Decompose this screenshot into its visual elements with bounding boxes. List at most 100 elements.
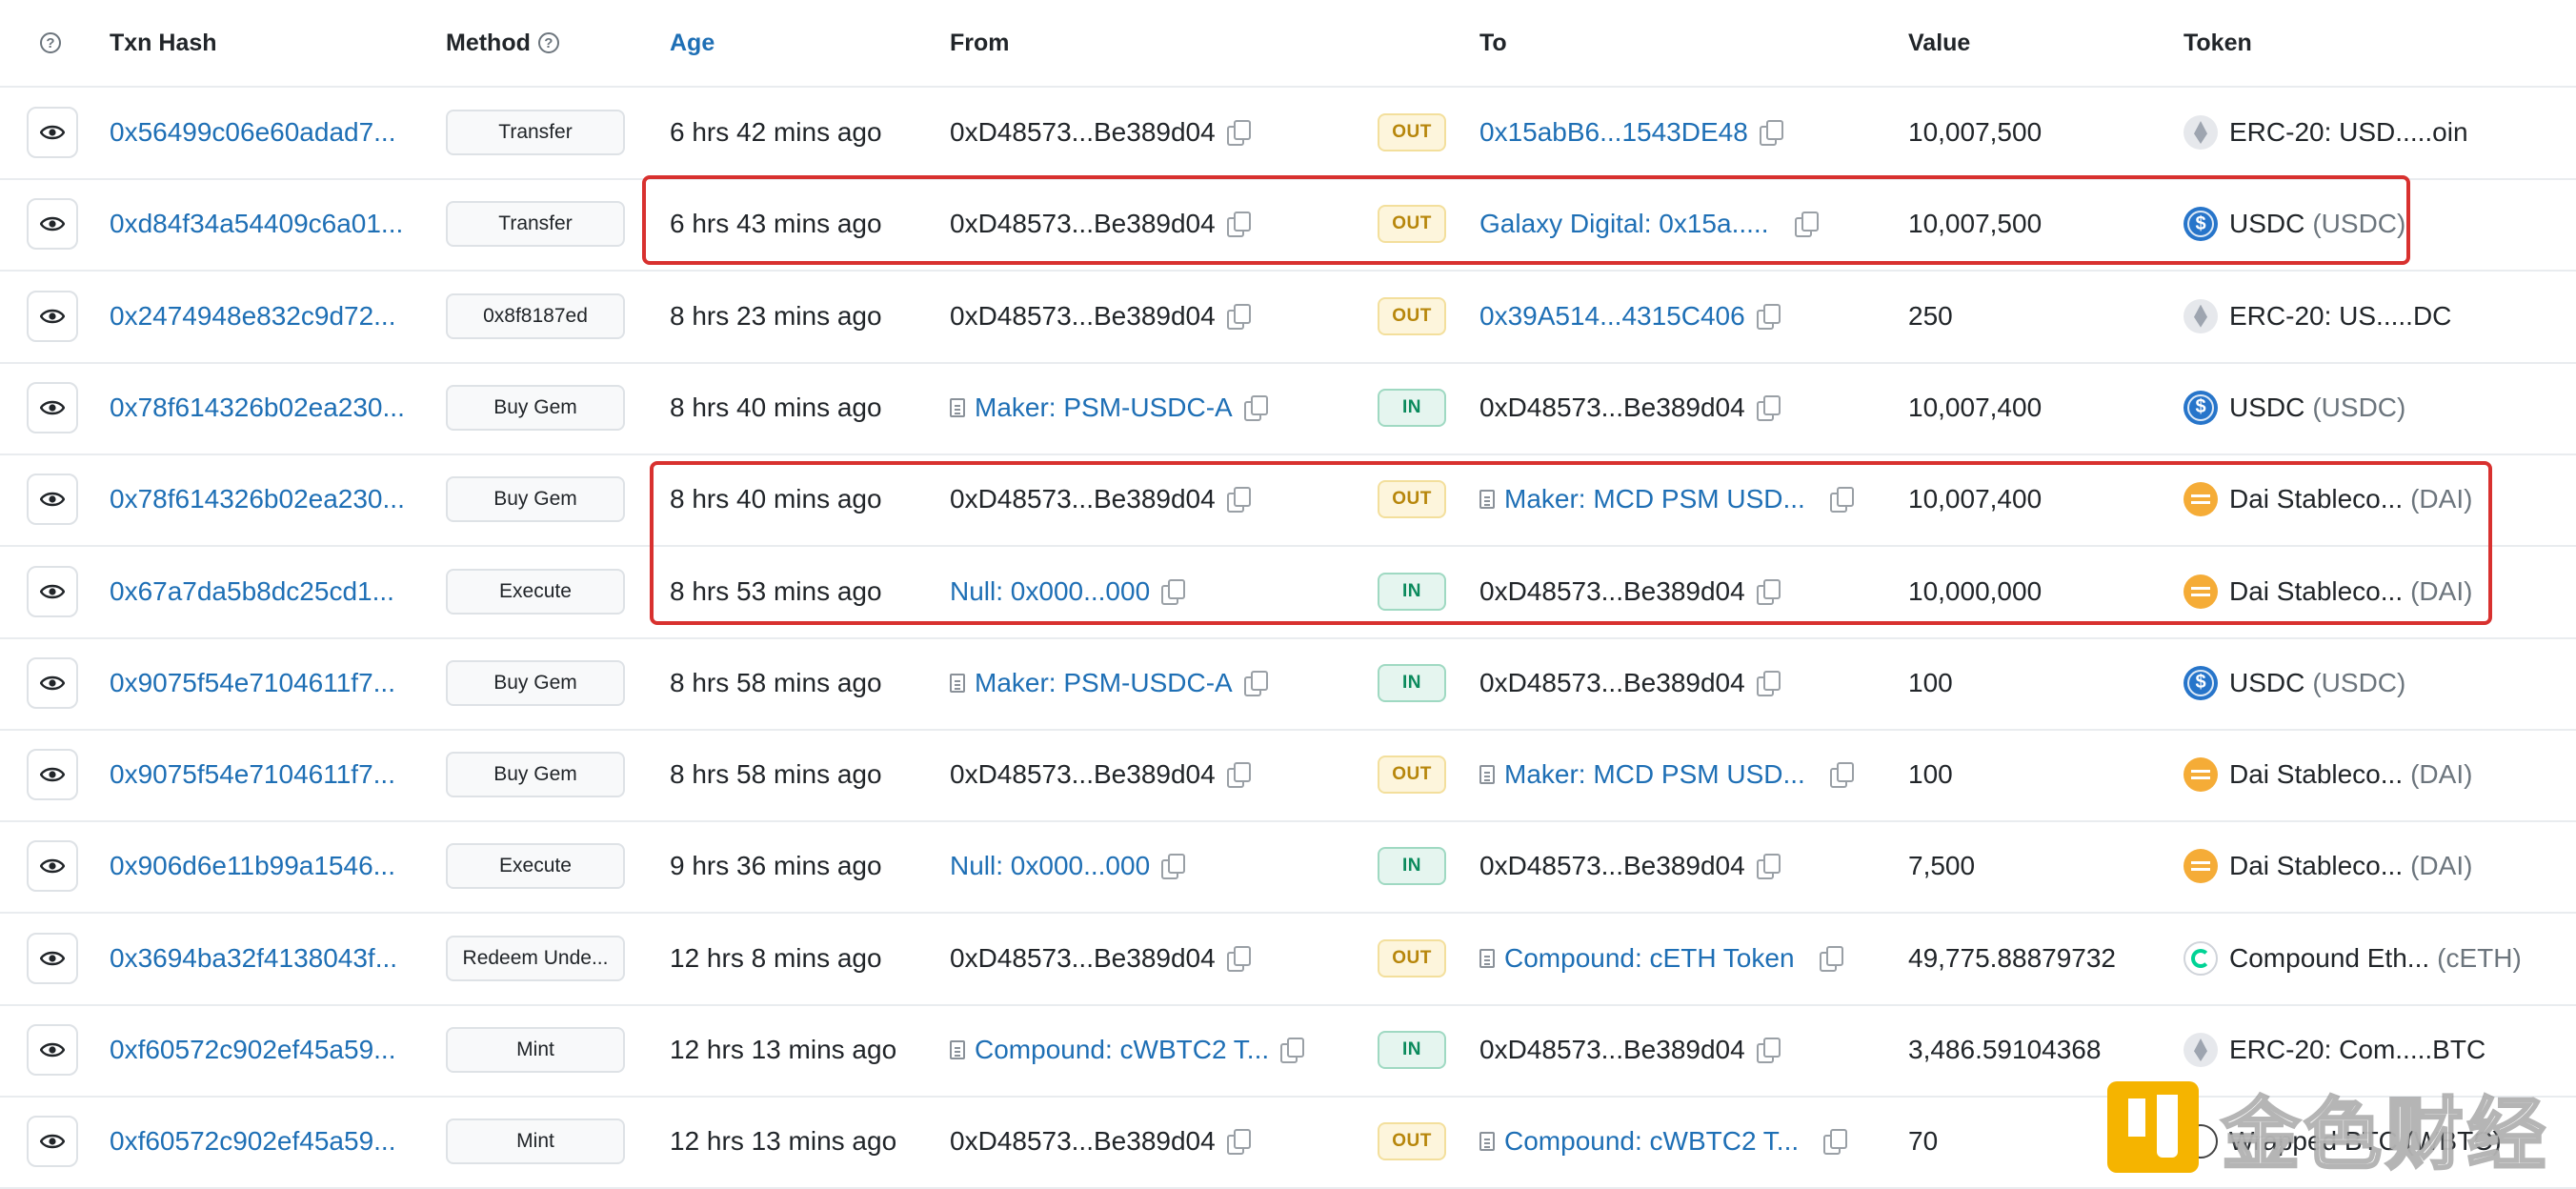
token-cell[interactable]: Wrapped BTC (WBTC) — [2184, 1096, 2502, 1187]
direction-badge: IN — [1378, 572, 1446, 611]
copy-icon[interactable] — [1161, 854, 1186, 880]
copy-icon[interactable] — [1243, 670, 1268, 696]
from-address[interactable]: Maker: PSM-USDC-A — [975, 393, 1233, 423]
to-address[interactable]: Compound: cETH Token — [1504, 943, 1795, 974]
txn-hash-link[interactable]: 0xd84f34a54409c6a01... — [110, 178, 403, 270]
to-address[interactable]: Maker: MCD PSM USD... — [1504, 484, 1805, 514]
method-badge: Buy Gem — [446, 476, 625, 523]
copy-icon[interactable] — [1243, 394, 1268, 421]
copy-icon[interactable] — [1756, 670, 1781, 696]
token-cell[interactable]: $ USDC (USDC) — [2184, 362, 2405, 453]
view-details-button[interactable] — [27, 381, 78, 433]
view-details-button[interactable] — [27, 1024, 78, 1076]
eth-icon — [2184, 298, 2218, 333]
to-address[interactable]: Galaxy Digital: 0x15a..... — [1479, 209, 1768, 239]
view-details-cell — [27, 362, 78, 453]
token-cell[interactable]: ERC-20: USD.....oin — [2184, 87, 2468, 178]
token-cell[interactable]: $ USDC (USDC) — [2184, 178, 2405, 270]
from-cell: Compound: cWBTC2 T... — [950, 1004, 1305, 1096]
view-details-button[interactable] — [27, 198, 78, 251]
copy-icon[interactable] — [1226, 212, 1251, 238]
copy-icon[interactable] — [1829, 487, 1854, 514]
from-address[interactable]: Null: 0x000...000 — [950, 576, 1150, 607]
method-cell: Buy Gem — [446, 453, 625, 545]
copy-icon[interactable] — [1756, 578, 1781, 605]
txn-hash-link[interactable]: 0x3694ba32f4138043f... — [110, 913, 397, 1004]
view-details-button[interactable] — [27, 840, 78, 893]
txn-hash-link[interactable]: 0x78f614326b02ea230... — [110, 362, 405, 453]
value-text: 100 — [1908, 759, 1953, 790]
txn-hash-link[interactable]: 0x67a7da5b8dc25cd1... — [110, 546, 394, 637]
from-cell: 0xD48573...Be389d04 — [950, 453, 1251, 545]
txn-hash-link[interactable]: 0x56499c06e60adad7... — [110, 87, 396, 178]
txn-hash-link[interactable]: 0xf60572c902ef45a59... — [110, 1004, 395, 1096]
method-cell: Mint — [446, 1096, 625, 1187]
view-details-button[interactable] — [27, 107, 78, 158]
copy-icon[interactable] — [1226, 303, 1251, 330]
txn-hash-link[interactable]: 0x78f614326b02ea230... — [110, 453, 405, 545]
txn-hash-link[interactable]: 0x9075f54e7104611f7... — [110, 637, 395, 729]
to-address[interactable]: 0x39A514...4315C406 — [1479, 301, 1745, 332]
method-cell: Transfer — [446, 178, 625, 270]
txn-hash-link[interactable]: 0x2474948e832c9d72... — [110, 271, 396, 362]
view-details-button[interactable] — [27, 290, 78, 342]
token-cell[interactable]: ERC-20: Com.....BTC — [2184, 1004, 2485, 1096]
to-address[interactable]: Compound: cWBTC2 T... — [1504, 1126, 1799, 1157]
to-address: 0xD48573...Be389d04 — [1479, 667, 1745, 697]
view-details-button[interactable] — [27, 749, 78, 801]
to-address[interactable]: 0x15abB6...1543DE48 — [1479, 117, 1748, 148]
copy-icon[interactable] — [1756, 303, 1781, 330]
copy-icon[interactable] — [1756, 854, 1781, 880]
view-details-button[interactable] — [27, 474, 78, 526]
help-header-icon[interactable]: ? — [40, 0, 61, 86]
from-address[interactable]: Compound: cWBTC2 T... — [975, 1035, 1269, 1065]
from-address[interactable]: Maker: PSM-USDC-A — [975, 668, 1233, 698]
header-age[interactable]: Age — [670, 0, 714, 86]
copy-icon[interactable] — [1226, 1129, 1251, 1156]
method-cell: 0x8f8187ed — [446, 271, 625, 362]
copy-icon[interactable] — [1795, 212, 1820, 238]
token-cell[interactable]: ERC-20: US.....DC — [2184, 271, 2451, 362]
txn-hash-link[interactable]: 0x9075f54e7104611f7... — [110, 729, 395, 820]
token-cell[interactable]: Dai Stableco... (DAI) — [2184, 729, 2472, 820]
view-details-button[interactable] — [27, 656, 78, 709]
copy-icon[interactable] — [1226, 487, 1251, 514]
copy-icon[interactable] — [1823, 1129, 1848, 1156]
token-cell[interactable]: Dai Stableco... (DAI) — [2184, 546, 2472, 637]
copy-icon[interactable] — [1226, 120, 1251, 146]
method-badge: Transfer — [446, 110, 625, 155]
copy-icon[interactable] — [1759, 120, 1783, 146]
to-cell: 0xD48573...Be389d04 — [1479, 546, 1781, 637]
from-cell: 0xD48573...Be389d04 — [950, 87, 1251, 178]
copy-icon[interactable] — [1226, 762, 1251, 789]
txn-hash-link[interactable]: 0x906d6e11b99a1546... — [110, 820, 395, 912]
txn-hash-link[interactable]: 0xf60572c902ef45a59... — [110, 1096, 395, 1187]
token-cell[interactable]: $ USDC (USDC) — [2184, 637, 2405, 729]
view-details-button[interactable] — [27, 932, 78, 984]
header-value: Value — [1908, 29, 1971, 56]
method-help-icon[interactable]: ? — [537, 32, 559, 53]
copy-icon[interactable] — [1819, 945, 1843, 972]
direction-badge: IN — [1378, 847, 1446, 886]
copy-icon[interactable] — [1829, 762, 1854, 789]
copy-icon[interactable] — [1161, 578, 1186, 605]
token-name: Compound Eth... — [2229, 942, 2430, 973]
token-symbol: (cETH) — [2437, 942, 2522, 973]
to-cell: Maker: MCD PSM USD... — [1479, 453, 1854, 545]
view-details-button[interactable] — [27, 1116, 78, 1168]
to-address[interactable]: Maker: MCD PSM USD... — [1504, 759, 1805, 790]
view-details-button[interactable] — [27, 565, 78, 617]
direction-cell: IN — [1378, 1004, 1446, 1096]
copy-icon[interactable] — [1226, 945, 1251, 972]
table-row: 0x9075f54e7104611f7... Buy Gem 8 hrs 58 … — [0, 729, 2576, 823]
copy-icon[interactable] — [1756, 1038, 1781, 1063]
view-details-cell — [27, 820, 78, 912]
from-address: 0xD48573...Be389d04 — [950, 300, 1216, 331]
token-cell[interactable]: Dai Stableco... (DAI) — [2184, 453, 2472, 545]
token-cell[interactable]: Compound Eth... (cETH) — [2184, 913, 2522, 1004]
token-cell[interactable]: Dai Stableco... (DAI) — [2184, 820, 2472, 912]
from-address[interactable]: Null: 0x000...000 — [950, 851, 1150, 881]
copy-icon[interactable] — [1280, 1038, 1305, 1063]
age-text: 8 hrs 23 mins ago — [670, 300, 882, 331]
copy-icon[interactable] — [1756, 394, 1781, 421]
